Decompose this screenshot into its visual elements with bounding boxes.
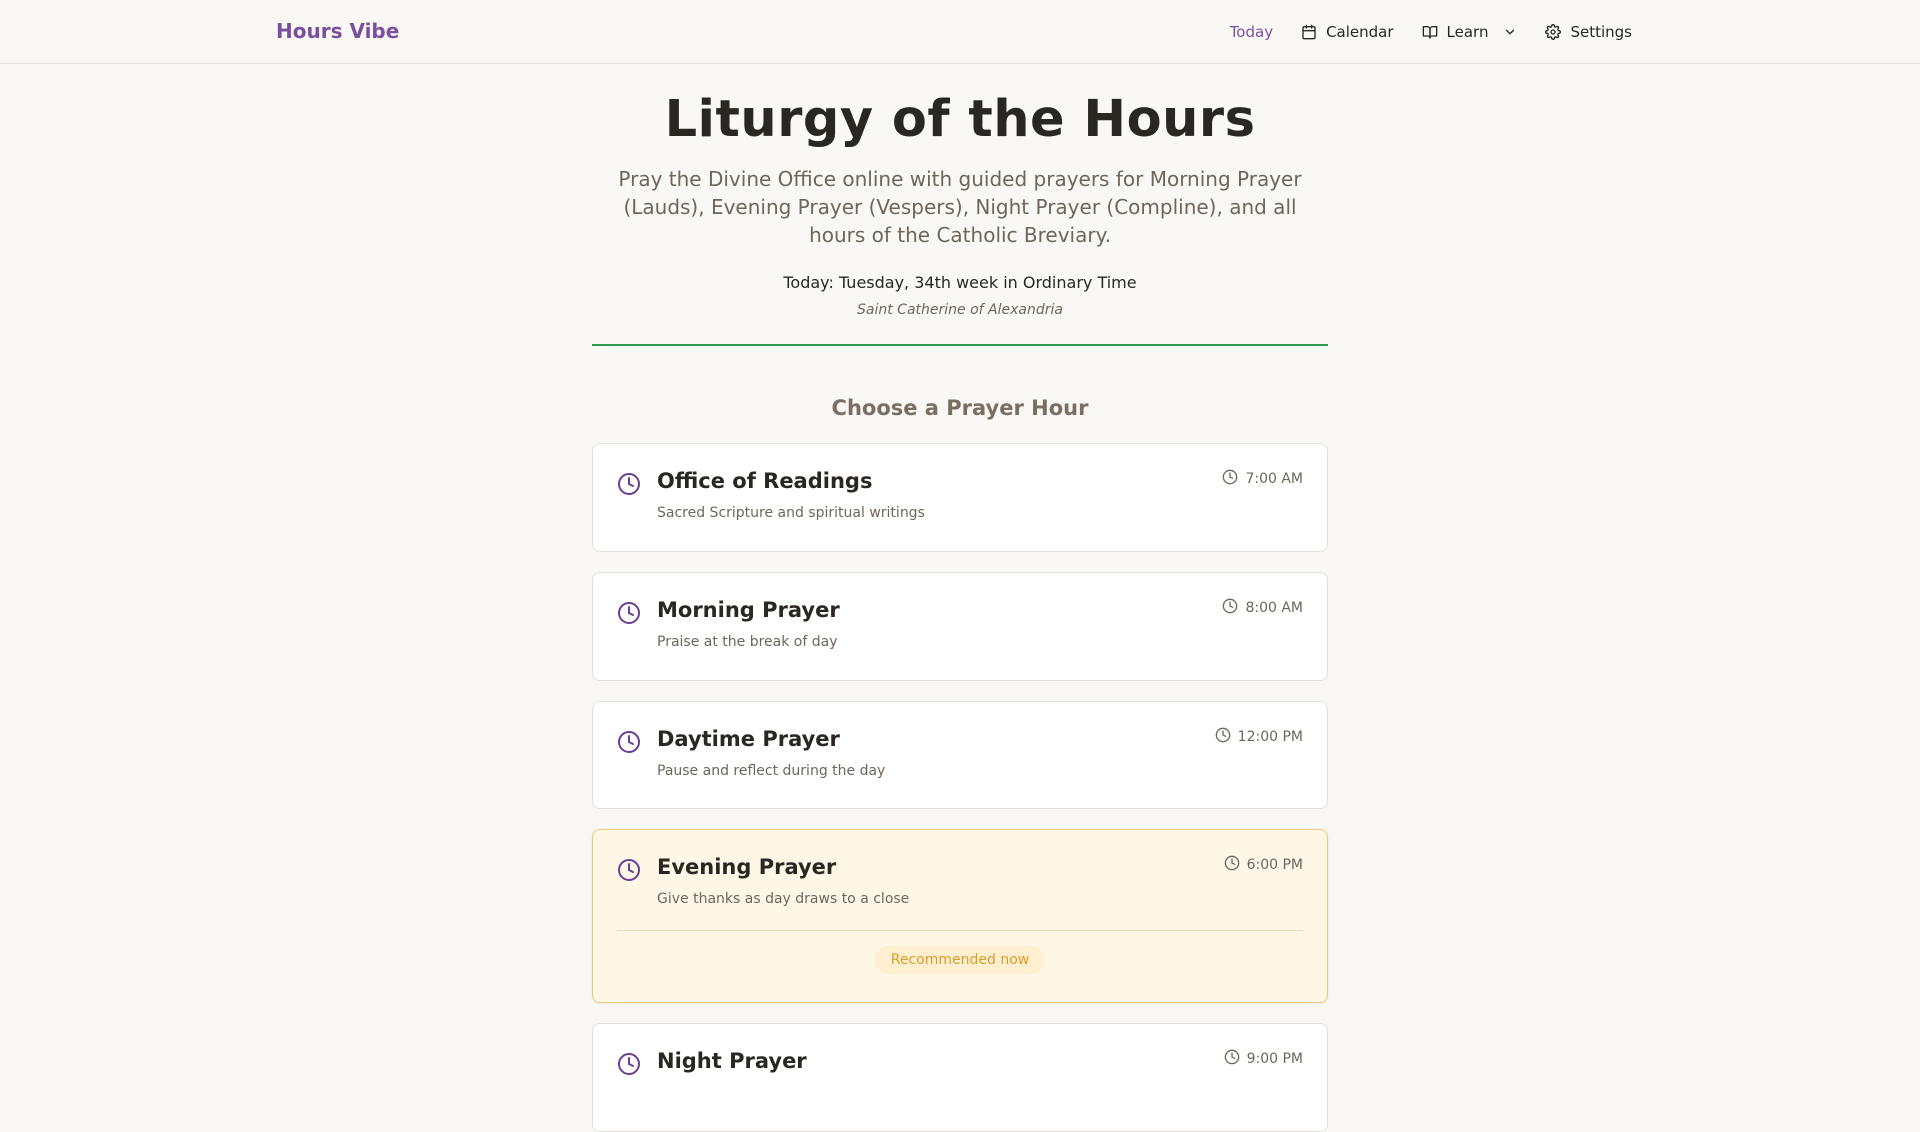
hero-section: Liturgy of the Hours Pray the Divine Off… <box>0 90 1920 318</box>
section-title: Choose a Prayer Hour <box>831 396 1089 420</box>
recommended-badge: Recommended now <box>874 946 1046 974</box>
prayer-hour-time-label: 12:00 PM <box>1237 729 1303 745</box>
recommended-divider <box>617 930 1303 931</box>
gear-icon <box>1545 24 1562 40</box>
prayer-hour-description: Sacred Scripture and spiritual writings <box>657 505 925 521</box>
brand-logo-link[interactable]: Hours Vibe <box>276 19 399 43</box>
nav-learn-label: Learn <box>1446 23 1489 41</box>
prayer-hour-card-office-of-readings[interactable]: Office of Readings Sacred Scripture and … <box>592 443 1328 552</box>
calendar-icon <box>1301 24 1317 40</box>
clock-icon <box>1222 469 1238 489</box>
chevron-down-icon <box>1503 25 1517 39</box>
prayer-hour-time-label: 7:00 AM <box>1245 471 1303 487</box>
clock-icon <box>617 730 641 758</box>
prayer-hour-description: Give thanks as day draws to a close <box>657 891 910 907</box>
nav-settings[interactable]: Settings <box>1531 23 1632 41</box>
prayer-hour-title: Morning Prayer <box>657 598 840 622</box>
prayer-hour-time: 7:00 AM <box>1222 469 1303 489</box>
prayer-hour-title: Evening Prayer <box>657 855 837 879</box>
main-nav: Today Calendar Learn Settings <box>1216 0 1632 64</box>
prayer-hour-time-label: 9:00 PM <box>1246 1051 1303 1067</box>
prayer-hour-time: 6:00 PM <box>1224 855 1303 875</box>
saint-of-day: Saint Catherine of Alexandria <box>857 302 1063 318</box>
nav-today-label: Today <box>1229 23 1274 41</box>
prayer-hour-time: 12:00 PM <box>1215 727 1303 747</box>
clock-icon <box>1224 1049 1240 1069</box>
page-subtitle: Pray the Divine Office online with guide… <box>618 167 1302 247</box>
prayer-hour-card-evening-prayer[interactable]: Evening Prayer Give thanks as day draws … <box>592 829 1328 1003</box>
prayer-hour-time: 9:00 PM <box>1224 1049 1303 1069</box>
clock-icon <box>617 858 641 886</box>
prayer-hour-title: Night Prayer <box>657 1049 807 1073</box>
nav-calendar[interactable]: Calendar <box>1287 23 1407 41</box>
prayer-hour-time-label: 6:00 PM <box>1246 857 1303 873</box>
liturgical-day: Today: Tuesday, 34th week in Ordinary Ti… <box>783 273 1137 292</box>
clock-icon <box>1224 855 1240 875</box>
prayer-hour-time-label: 8:00 AM <box>1245 600 1303 616</box>
prayer-hour-card-daytime-prayer[interactable]: Daytime Prayer Pause and reflect during … <box>592 701 1328 809</box>
clock-icon <box>617 472 641 500</box>
prayer-hour-description: Praise at the break of day <box>657 634 838 650</box>
book-open-icon <box>1422 24 1438 40</box>
nav-calendar-label: Calendar <box>1326 23 1394 41</box>
clock-icon <box>1222 598 1238 618</box>
nav-today[interactable]: Today <box>1216 23 1287 41</box>
season-color-divider <box>592 344 1328 346</box>
prayer-hour-time: 8:00 AM <box>1222 598 1303 618</box>
prayer-hour-title: Daytime Prayer <box>657 727 840 751</box>
top-navigation-bar: Hours Vibe Today Calendar Learn Settings <box>0 0 1920 64</box>
page-title: Liturgy of the Hours <box>664 90 1256 149</box>
nav-learn-dropdown[interactable]: Learn <box>1408 23 1532 41</box>
prayer-hour-description: Pause and reflect during the day <box>657 763 886 779</box>
clock-icon <box>617 601 641 629</box>
clock-icon <box>617 1052 641 1080</box>
prayer-hour-title: Office of Readings <box>657 469 873 493</box>
prayer-hour-card-night-prayer[interactable]: Night Prayer 9:00 PM <box>592 1023 1328 1132</box>
nav-settings-label: Settings <box>1570 23 1632 41</box>
clock-icon <box>1215 727 1231 747</box>
prayer-hour-card-morning-prayer[interactable]: Morning Prayer Praise at the break of da… <box>592 572 1328 681</box>
